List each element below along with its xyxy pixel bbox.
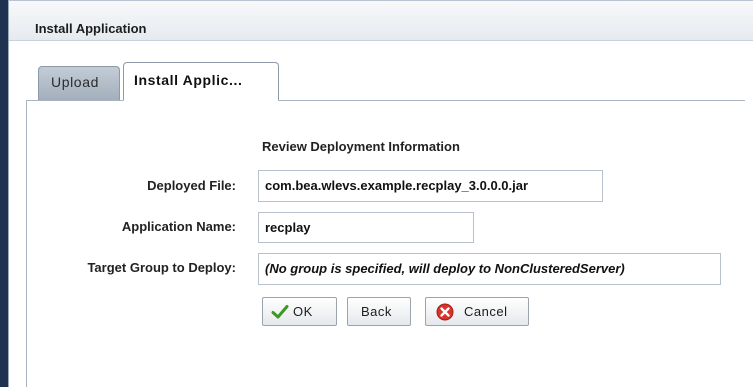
back-button-label: Back (361, 304, 392, 319)
window-edge (0, 0, 8, 387)
section-heading: Review Deployment Information (262, 139, 460, 154)
back-button[interactable]: Back (347, 297, 411, 326)
panel-header: Install Application (9, 1, 753, 41)
target-group-label: Target Group to Deploy: (87, 260, 236, 275)
tab-install-application[interactable]: Install Applic... (123, 62, 279, 101)
target-group-field[interactable]: (No group is specified, will deploy to N… (258, 253, 721, 285)
tab-install-application-label: Install Applic... (134, 72, 243, 88)
ok-button-label: OK (293, 304, 313, 319)
panel-title: Install Application (35, 21, 147, 36)
deployed-file-label: Deployed File: (147, 178, 236, 193)
cancel-button[interactable]: Cancel (425, 297, 529, 326)
tab-upload[interactable]: Upload (38, 66, 120, 100)
tab-upload-label: Upload (51, 74, 99, 90)
application-name-field[interactable]: recplay (258, 212, 474, 243)
deployed-file-field: com.bea.wlevs.example.recplay_3.0.0.0.ja… (258, 170, 603, 202)
install-application-screen: Install Application Upload Install Appli… (0, 0, 753, 387)
ok-button[interactable]: OK (262, 297, 337, 326)
application-name-label: Application Name: (121, 219, 236, 234)
checkmark-icon (271, 305, 289, 319)
cancel-button-label: Cancel (464, 304, 508, 319)
cancel-icon (436, 303, 454, 321)
